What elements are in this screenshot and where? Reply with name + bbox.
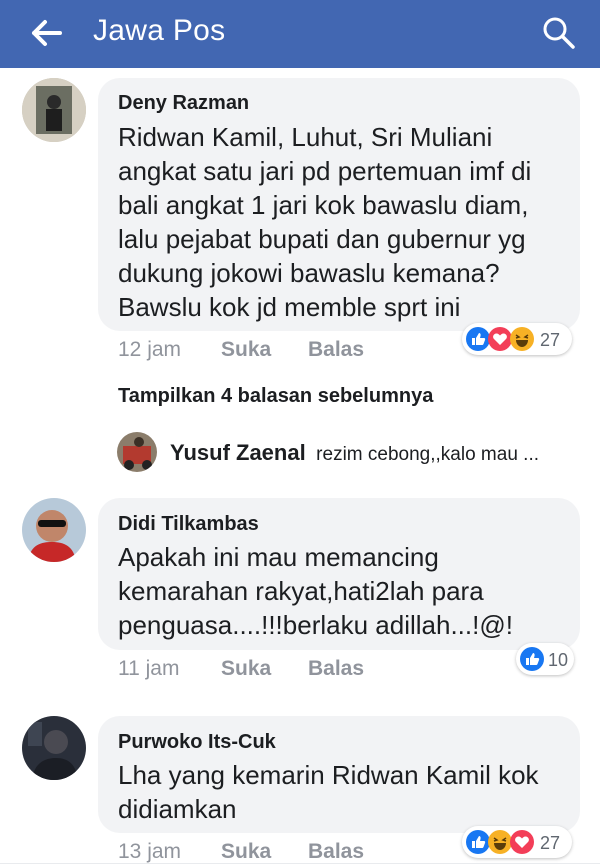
reply-preview-text: rezim cebong,,kalo mau ... — [316, 444, 539, 465]
avatar[interactable] — [22, 716, 86, 780]
comment-meta: 12 jam — [118, 338, 181, 362]
love-icon — [488, 327, 512, 351]
comment-author[interactable]: Didi Tilkambas — [118, 513, 259, 536]
avatar[interactable] — [22, 78, 86, 142]
love-icon — [510, 830, 534, 854]
like-button[interactable]: Suka — [221, 657, 271, 681]
like-button[interactable]: Suka — [221, 840, 271, 864]
like-icon — [520, 647, 544, 671]
reaction-summary[interactable]: 10 — [516, 643, 574, 675]
comment-time: 11 jam — [118, 657, 180, 680]
reaction-summary[interactable]: 27 — [462, 323, 572, 355]
page-title: Jawa Pos — [93, 14, 226, 47]
comment-text: Apakah ini mau memancing kemarahan rakya… — [118, 542, 513, 640]
haha-icon — [510, 327, 534, 351]
reply-button[interactable]: Balas — [308, 338, 364, 362]
like-button[interactable]: Suka — [221, 338, 271, 362]
avatar[interactable] — [22, 498, 86, 562]
reply-preview[interactable]: Yusuf Zaenal rezim cebong,,kalo mau ... — [170, 440, 580, 466]
comment-time: 12 jam — [118, 338, 182, 361]
reply-button[interactable]: Balas — [308, 657, 364, 681]
haha-icon — [488, 830, 512, 854]
reaction-count: 27 — [540, 833, 561, 853]
show-previous-replies-link[interactable]: Tampilkan 4 balasan sebelumnya — [118, 385, 433, 408]
reply-author[interactable]: Yusuf Zaenal — [170, 440, 306, 465]
reaction-summary[interactable]: 27 — [462, 826, 572, 858]
reaction-count: 27 — [540, 330, 561, 350]
like-icon — [466, 830, 490, 854]
like-icon — [466, 327, 490, 351]
reply-button[interactable]: Balas — [308, 840, 364, 864]
comment-author[interactable]: Deny Razman — [118, 92, 249, 115]
comment-text: Ridwan Kamil, Luhut, Sri Muliani angkat … — [118, 122, 532, 322]
top-bar: Jawa Pos — [0, 0, 600, 68]
reaction-count: 10 — [548, 650, 569, 670]
arrow-left-icon[interactable] — [30, 18, 64, 48]
comment-text: Lha yang kemarin Ridwan Kamil kok didiam… — [118, 760, 539, 824]
search-icon[interactable] — [540, 14, 578, 52]
reply-avatar[interactable] — [117, 432, 157, 472]
comment-time: 13 jam — [118, 840, 182, 863]
comment-author[interactable]: Purwoko Its-Cuk — [118, 731, 276, 754]
